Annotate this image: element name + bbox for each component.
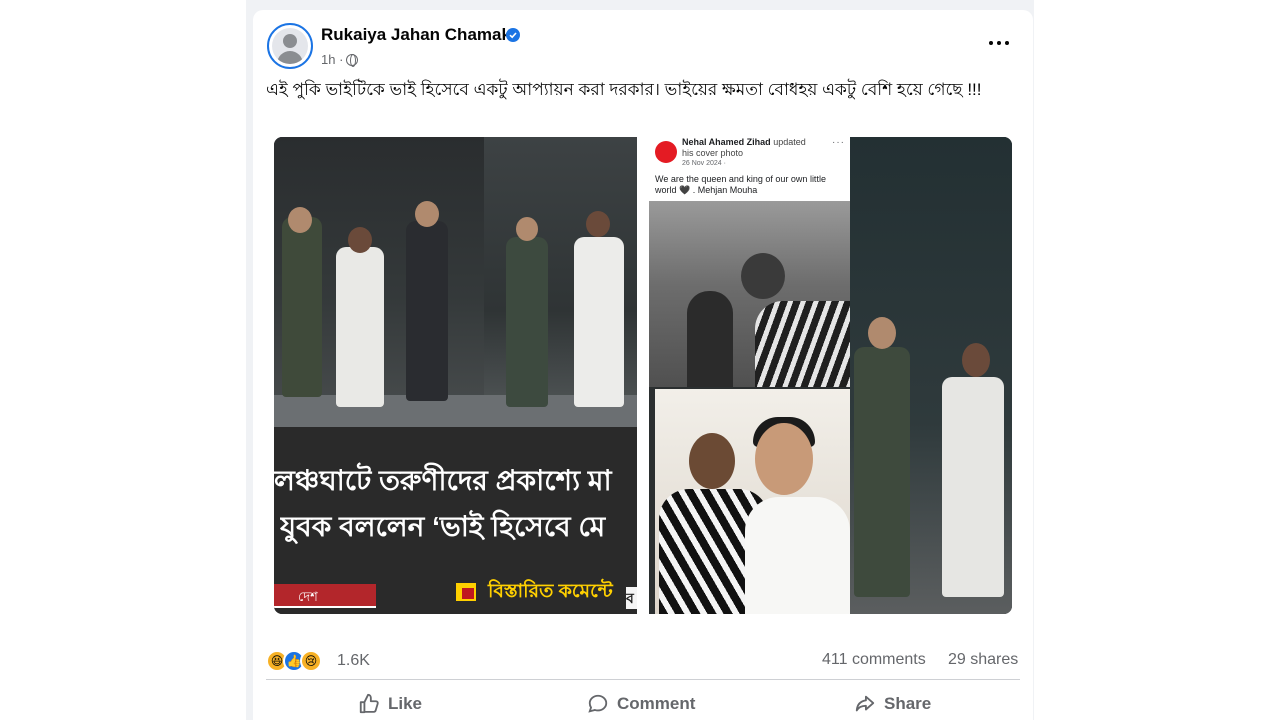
category-tag: দেশ bbox=[274, 584, 376, 608]
bw-photo bbox=[649, 201, 850, 387]
caption-line-1: লঞ্চঘাটে তরুণীদের প্রকাশ্যে মা bbox=[274, 465, 612, 496]
two-men-photo bbox=[655, 389, 850, 614]
post-actions: Like Comment Share bbox=[266, 684, 1020, 720]
stage-scene-photo bbox=[274, 137, 637, 427]
share-arrow-icon bbox=[855, 695, 875, 712]
reaction-icons[interactable]: 😆 👍 😢 bbox=[266, 650, 322, 672]
fb-post-author: Nehal Ahamed Zihad bbox=[682, 137, 771, 147]
default-avatar-icon bbox=[272, 28, 308, 64]
verified-badge-icon bbox=[506, 28, 520, 42]
more-dot-icon bbox=[997, 41, 1001, 45]
profile-picture-icon bbox=[655, 141, 677, 163]
divider bbox=[266, 679, 1020, 680]
more-dot-icon bbox=[1005, 41, 1009, 45]
news-caption: লঞ্চঘাটে তরুণীদের প্রকাশ্যে মা যুবক বললে… bbox=[274, 427, 637, 614]
fb-post-header: Nehal Ahamed Zihad updated his cover pho… bbox=[682, 137, 817, 159]
news-photo[interactable]: লঞ্চঘাটে তরুণীদের প্রকাশ্যে মা যুবক বললে… bbox=[274, 137, 637, 614]
fb-more-icon: ··· bbox=[832, 137, 845, 148]
comment-label: Comment bbox=[617, 694, 696, 713]
like-label: Like bbox=[388, 694, 423, 713]
more-options-button[interactable] bbox=[985, 36, 1013, 50]
edge-letter: ব bbox=[626, 587, 637, 609]
sad-icon: 😢 bbox=[300, 650, 322, 672]
like-button[interactable]: Like bbox=[358, 684, 422, 720]
comments-count[interactable]: 411 comments bbox=[822, 651, 926, 669]
post-media[interactable]: লঞ্চঘাটে তরুণীদের প্রকাশ্যে মা যুবক বললে… bbox=[274, 137, 1012, 614]
avatar[interactable] bbox=[267, 23, 313, 69]
comment-button[interactable]: Comment bbox=[587, 684, 695, 720]
post-meta: 1h · bbox=[321, 52, 359, 67]
author-name[interactable]: Rukaiya Jahan Chamak bbox=[321, 25, 511, 45]
shares-count[interactable]: 29 shares bbox=[948, 651, 1018, 669]
comment-bubble-icon bbox=[588, 694, 608, 713]
fb-post-body: We are the queen and king of our own lit… bbox=[655, 174, 826, 195]
news-logo-icon bbox=[456, 583, 476, 601]
fb-post-screenshot: Nehal Ahamed Zihad updated his cover pho… bbox=[649, 137, 850, 201]
thumbs-up-icon bbox=[359, 693, 379, 714]
post-card: Rukaiya Jahan Chamak 1h · এই পুকি ভাইটিক… bbox=[253, 10, 1033, 720]
post-time[interactable]: 1h · bbox=[321, 52, 343, 67]
share-label: Share bbox=[884, 694, 932, 713]
stage-closeup-photo bbox=[850, 137, 1012, 614]
post-text: এই পুকি ভাইটিকে ভাই হিসেবে একটু আপ্যায়ন… bbox=[266, 80, 982, 99]
share-button[interactable]: Share bbox=[854, 684, 931, 720]
caption-line-2: যুবক বললেন ‘ভাই হিসেবে মে bbox=[280, 511, 606, 542]
collage-photo[interactable]: Nehal Ahamed Zihad updated his cover pho… bbox=[649, 137, 1012, 614]
more-dot-icon bbox=[989, 41, 993, 45]
globe-icon bbox=[346, 53, 359, 67]
details-in-comment: বিস্তারিত কমেন্টে bbox=[488, 581, 613, 602]
reaction-count[interactable]: 1.6K bbox=[337, 652, 370, 670]
fb-post-date: 26 Nov 2024 · bbox=[682, 160, 726, 167]
post-stats: 😆 👍 😢 1.6K 411 comments 29 shares bbox=[266, 648, 1020, 674]
